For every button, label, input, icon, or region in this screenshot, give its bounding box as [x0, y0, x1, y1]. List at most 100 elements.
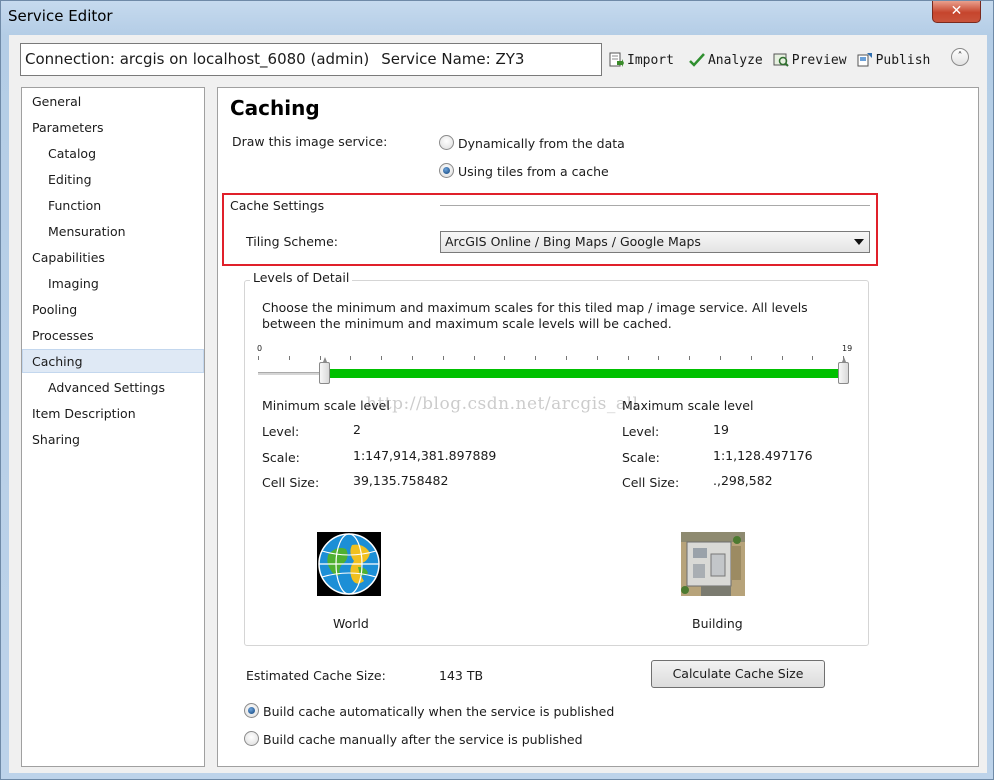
- sidebar-item-general[interactable]: General: [22, 90, 204, 114]
- levels-of-detail-title: Levels of Detail: [250, 270, 353, 285]
- min-cell-size-value: 39,135.758482: [353, 473, 449, 488]
- radio-build-auto-label[interactable]: Build cache automatically when the servi…: [263, 704, 614, 719]
- service-name-text: Service Name: ZY3: [381, 50, 525, 68]
- chevron-up-icon: ˄: [957, 51, 963, 62]
- sidebar-item-function[interactable]: Function: [22, 194, 204, 218]
- min-scale-label: Scale:: [262, 450, 300, 465]
- building-plan-icon: [681, 532, 745, 596]
- preview-button[interactable]: Preview: [773, 52, 847, 68]
- radio-dynamic-label[interactable]: Dynamically from the data: [458, 136, 625, 151]
- editor-client-area: Connection: arcgis on localhost_6080 (ad…: [9, 35, 987, 773]
- sidebar-item-processes[interactable]: Processes: [22, 324, 204, 348]
- import-button[interactable]: Import: [608, 52, 674, 68]
- preview-icon: [773, 52, 789, 68]
- min-level-label: Level:: [262, 424, 300, 439]
- tiling-scheme-label: Tiling Scheme:: [246, 234, 338, 249]
- sidebar-item-label: Mensuration: [48, 224, 126, 239]
- sidebar-item-label: General: [32, 94, 82, 109]
- publish-button[interactable]: Publish: [857, 52, 930, 68]
- slider-tick: [535, 356, 537, 360]
- max-scale-thumb[interactable]: [838, 357, 849, 384]
- slider-tick: [288, 356, 290, 360]
- sidebar-item-capabilities[interactable]: Capabilities: [22, 246, 204, 270]
- sidebar-item-mensuration[interactable]: Mensuration: [22, 220, 204, 244]
- sidebar-item-editing[interactable]: Editing: [22, 168, 204, 192]
- service-editor-window: Service Editor ✕ Connection: arcgis on l…: [0, 0, 994, 780]
- max-level-value: 19: [713, 422, 729, 437]
- radio-tiles-cache[interactable]: [439, 163, 454, 178]
- sidebar-item-pooling[interactable]: Pooling: [22, 298, 204, 322]
- preview-label: Preview: [791, 52, 847, 68]
- window-title: Service Editor: [8, 7, 113, 25]
- max-cell-size-label: Cell Size:: [622, 475, 680, 490]
- estimated-cache-size-label: Estimated Cache Size:: [246, 668, 386, 683]
- sidebar-item-label: Capabilities: [32, 250, 105, 265]
- sidebar-item-label: Advanced Settings: [48, 380, 165, 395]
- close-button[interactable]: ✕: [932, 1, 981, 23]
- import-label: Import: [627, 52, 674, 68]
- slider-tick: [812, 356, 814, 360]
- sidebar-item-label: Item Description: [32, 406, 136, 421]
- sidebar-item-sharing[interactable]: Sharing: [22, 428, 204, 452]
- connection-text: Connection: arcgis on localhost_6080 (ad…: [25, 50, 370, 68]
- slider-tick: [473, 356, 475, 360]
- slider-tick: [658, 356, 660, 360]
- max-scale-value: 1:1,128.497176: [713, 448, 813, 463]
- analyze-button[interactable]: Analyze: [689, 52, 763, 68]
- min-level-value: 2: [353, 422, 361, 437]
- sidebar-item-label: Parameters: [32, 120, 104, 135]
- slider-tick: [319, 356, 321, 360]
- tiling-scheme-select[interactable]: ArcGIS Online / Bing Maps / Google Maps: [440, 231, 870, 253]
- slider-tick: [412, 356, 413, 360]
- max-level-label: Level:: [622, 424, 660, 439]
- min-scale-thumb[interactable]: [318, 357, 330, 384]
- radio-dynamic[interactable]: [439, 135, 454, 150]
- radio-tiles-cache-label[interactable]: Using tiles from a cache: [458, 164, 609, 179]
- building-label: Building: [692, 616, 743, 631]
- sidebar-item-advanced-settings[interactable]: Advanced Settings: [22, 376, 204, 400]
- cache-settings-heading: Cache Settings: [230, 198, 325, 213]
- max-scale-label: Scale:: [622, 450, 660, 465]
- sidebar-item-label: Processes: [32, 328, 94, 343]
- slider-tick: [689, 356, 691, 360]
- scale-range-slider[interactable]: 0 19: [257, 340, 858, 390]
- settings-sidebar: General Parameters Catalog Editing Funct…: [21, 87, 205, 767]
- title-bar[interactable]: Service Editor ✕: [1, 1, 993, 35]
- radio-build-manual[interactable]: [244, 731, 259, 746]
- sidebar-item-caching[interactable]: Caching: [22, 349, 204, 373]
- chevron-down-icon: [854, 239, 864, 245]
- sidebar-item-imaging[interactable]: Imaging: [22, 272, 204, 296]
- slider-tick: [442, 356, 444, 360]
- publish-icon: [857, 52, 873, 68]
- slider-track-unselected: [258, 372, 320, 375]
- sidebar-item-label: Pooling: [32, 302, 78, 317]
- levels-description: Choose the minimum and maximum scales fo…: [262, 300, 808, 331]
- slider-tick: [504, 356, 506, 360]
- slider-tick: [596, 356, 598, 360]
- sidebar-item-catalog[interactable]: Catalog: [22, 142, 204, 166]
- max-scale-heading: Maximum scale level: [622, 398, 754, 413]
- sidebar-item-item-description[interactable]: Item Description: [22, 402, 204, 426]
- sidebar-item-parameters[interactable]: Parameters: [22, 116, 204, 140]
- checkmark-icon: [689, 52, 705, 68]
- sidebar-item-label: Function: [48, 198, 102, 213]
- slider-min-label: 0: [257, 344, 263, 353]
- sidebar-item-label: Caching: [32, 354, 83, 369]
- close-icon: ✕: [950, 3, 963, 19]
- min-scale-heading: Minimum scale level: [262, 398, 390, 413]
- collapse-button[interactable]: ˄: [951, 48, 969, 66]
- max-cell-size-value: .,298,582: [713, 473, 773, 488]
- caching-panel: Caching Draw this image service: Dynamic…: [217, 87, 979, 767]
- slider-tick: [627, 356, 629, 360]
- world-globe-icon: [317, 532, 381, 596]
- estimated-cache-size-value: 143 TB: [439, 668, 484, 683]
- radio-build-manual-label[interactable]: Build cache manually after the service i…: [263, 732, 583, 747]
- calculate-cache-size-button[interactable]: Calculate Cache Size: [651, 660, 825, 688]
- cache-settings-divider: [440, 205, 870, 206]
- radio-build-auto[interactable]: [244, 703, 259, 718]
- sidebar-item-label: Imaging: [48, 276, 99, 291]
- sidebar-item-label: Sharing: [32, 432, 80, 447]
- sidebar-item-label: Editing: [48, 172, 92, 187]
- analyze-label: Analyze: [707, 52, 763, 68]
- slider-tick: [350, 356, 352, 360]
